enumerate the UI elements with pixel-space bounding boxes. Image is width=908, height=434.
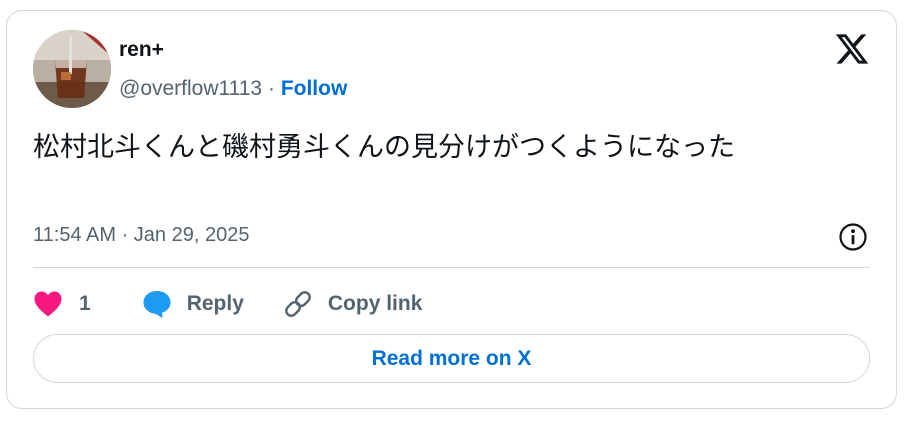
tweet-timestamp[interactable]: 11:54 AM · Jan 29, 2025 [33, 224, 249, 247]
reply-label: Reply [186, 292, 244, 315]
divider [33, 267, 870, 268]
copy-link-button[interactable]: Copy link [282, 288, 423, 320]
reply-button[interactable]: Reply [141, 289, 244, 319]
author-display-name[interactable]: ren+ [119, 38, 164, 62]
speech-bubble-icon [141, 289, 173, 319]
like-count: 1 [79, 292, 91, 315]
handle-separator: · [267, 77, 275, 100]
info-icon[interactable] [837, 221, 869, 253]
x-logo-icon[interactable] [834, 31, 870, 67]
copy-link-label: Copy link [327, 292, 423, 315]
author-handle[interactable]: @overflow1113 [119, 77, 262, 100]
avatar[interactable] [33, 30, 111, 108]
like-button[interactable]: 1 [33, 290, 91, 318]
action-bar: 1 Reply Copy link [33, 287, 422, 321]
follow-button[interactable]: Follow [281, 77, 348, 100]
tweet-card: ren+ @overflow1113 · Follow 松村北斗くんと磯村勇斗く… [6, 10, 897, 409]
author-handle-row: @overflow1113 · Follow [119, 77, 347, 101]
read-more-button[interactable]: Read more on X [33, 334, 870, 383]
tweet-text: 松村北斗くんと磯村勇斗くんの見分けがつくようになった [33, 132, 735, 163]
link-icon [282, 288, 314, 320]
heart-icon [33, 290, 63, 318]
